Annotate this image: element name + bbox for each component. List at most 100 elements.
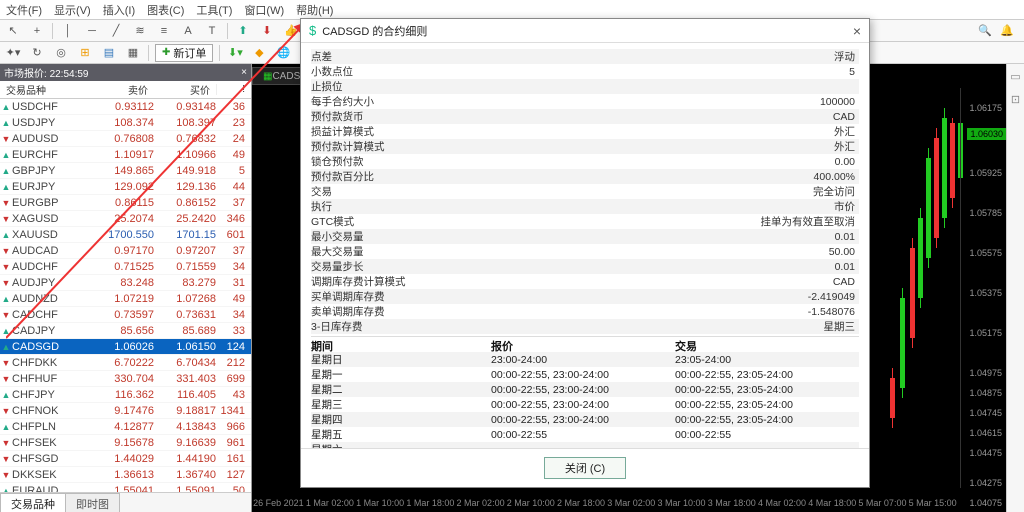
- min-icon[interactable]: ▭: [1010, 70, 1020, 83]
- market-watch-row[interactable]: ▲USDJPY108.374108.39723: [0, 115, 251, 131]
- market-watch-row[interactable]: ▼CHFHUF330.704331.403699: [0, 371, 251, 387]
- spec-row[interactable]: 调期库存费计算模式CAD: [311, 274, 859, 289]
- col-bid[interactable]: 卖价: [92, 82, 154, 97]
- spec-row[interactable]: 预付款货币CAD: [311, 109, 859, 124]
- col-extra[interactable]: !: [216, 84, 251, 95]
- menu-window[interactable]: 窗口(W): [244, 2, 284, 18]
- tab-tick[interactable]: 即时图: [65, 493, 120, 512]
- spec-row[interactable]: 卖单调期库存费-1.548076: [311, 304, 859, 319]
- refresh-icon[interactable]: ↻: [28, 44, 46, 62]
- spec-row[interactable]: 执行市价: [311, 199, 859, 214]
- globe-icon[interactable]: 🌐: [274, 44, 292, 62]
- arrow-down-icon[interactable]: ⬇: [258, 22, 276, 40]
- close-icon[interactable]: ×: [241, 67, 247, 78]
- spec-row[interactable]: 点差浮动: [311, 49, 859, 64]
- bid-cell: 1.06026: [92, 341, 154, 353]
- trade-row[interactable]: 星期五00:00-22:5500:00-22:55: [311, 427, 859, 442]
- market-watch-row[interactable]: ▲CHFJPY116.362116.40543: [0, 387, 251, 403]
- spec-row[interactable]: 交易量步长0.01: [311, 259, 859, 274]
- cursor-icon[interactable]: ↖: [4, 22, 22, 40]
- market-watch-row[interactable]: ▲XAUUSD1700.5501701.15601: [0, 227, 251, 243]
- market-watch-row[interactable]: ▼DKKSEK1.366131.36740127: [0, 467, 251, 483]
- spec-row[interactable]: 每手合约大小100000: [311, 94, 859, 109]
- spec-row[interactable]: 最大交易量50.00: [311, 244, 859, 259]
- close-icon[interactable]: ×: [853, 23, 861, 39]
- market-watch-row[interactable]: ▼AUDCHF0.715250.7155934: [0, 259, 251, 275]
- spec-row[interactable]: 买单调期库存费-2.419049: [311, 289, 859, 304]
- trade-row[interactable]: 星期一00:00-22:55, 23:00-24:0000:00-22:55, …: [311, 367, 859, 382]
- trade-row[interactable]: 星期日23:00-24:0023:05-24:00: [311, 352, 859, 367]
- new-order-button[interactable]: ✚ 新订单: [155, 44, 213, 62]
- spec-row[interactable]: 小数点位5: [311, 64, 859, 79]
- menu-file[interactable]: 文件(F): [6, 2, 42, 18]
- crosshair-icon[interactable]: +: [28, 22, 46, 40]
- trade-row[interactable]: 星期四00:00-22:55, 23:00-24:0000:00-22:55, …: [311, 412, 859, 427]
- market-watch-row[interactable]: ▲CADSGD1.060261.06150124: [0, 339, 251, 355]
- spec-row[interactable]: 预付款百分比400.00%: [311, 169, 859, 184]
- spec-row[interactable]: 交易完全访问: [311, 184, 859, 199]
- thumbs-up-icon[interactable]: 👍: [282, 22, 300, 40]
- mql-icon[interactable]: ◆: [250, 44, 268, 62]
- col-symbol[interactable]: 交易品种: [0, 82, 92, 97]
- market-watch-row[interactable]: ▼CHFDKK6.702226.70434212: [0, 355, 251, 371]
- market-watch-row[interactable]: ▲GBPJPY149.865149.9185: [0, 163, 251, 179]
- market-watch-row[interactable]: ▼EURGBP0.861150.8615237: [0, 195, 251, 211]
- search-icon[interactable]: 🔍: [976, 22, 994, 40]
- market-watch-row[interactable]: ▲EURJPY129.092129.13644: [0, 179, 251, 195]
- market-watch-row[interactable]: ▼CHFSGD1.440291.44190161: [0, 451, 251, 467]
- props-icon[interactable]: ▦: [124, 44, 142, 62]
- spec-row[interactable]: 3-日库存费星期三: [311, 319, 859, 334]
- tree-icon[interactable]: ⊞: [76, 44, 94, 62]
- direction-icon: ▲: [0, 294, 12, 304]
- label-icon[interactable]: T: [203, 22, 221, 40]
- market-watch-row[interactable]: ▼AUDJPY83.24883.27931: [0, 275, 251, 291]
- target-icon[interactable]: ◎: [52, 44, 70, 62]
- market-watch-row[interactable]: ▼CHFSEK9.156789.16639961: [0, 435, 251, 451]
- fibo-icon[interactable]: ≡: [155, 22, 173, 40]
- vline-icon[interactable]: │: [59, 22, 77, 40]
- channel-icon[interactable]: ≋: [131, 22, 149, 40]
- market-watch-row[interactable]: ▼AUDCAD0.971700.9720737: [0, 243, 251, 259]
- download-icon[interactable]: ⬇▾: [226, 44, 244, 62]
- candle: [950, 123, 955, 198]
- tab-symbols[interactable]: 交易品种: [0, 493, 66, 512]
- menu-chart[interactable]: 图表(C): [147, 2, 184, 18]
- trade-row[interactable]: 星期三00:00-22:55, 23:00-24:0000:00-22:55, …: [311, 397, 859, 412]
- restore-icon[interactable]: ⊡: [1011, 93, 1020, 106]
- spec-row[interactable]: 预付款计算模式外汇: [311, 139, 859, 154]
- text-icon[interactable]: A: [179, 22, 197, 40]
- market-watch-row[interactable]: ▼XAGUSD25.207425.2420346: [0, 211, 251, 227]
- alert-icon[interactable]: 🔔: [998, 22, 1016, 40]
- spec-row[interactable]: 止损位: [311, 79, 859, 94]
- menu-help[interactable]: 帮助(H): [296, 2, 333, 18]
- spec-row[interactable]: 最小交易量0.01: [311, 229, 859, 244]
- market-watch-row[interactable]: ▲AUDNZD1.072191.0726849: [0, 291, 251, 307]
- sun-icon[interactable]: ✦▾: [4, 44, 22, 62]
- market-watch-row[interactable]: ▲CADJPY85.65685.68933: [0, 323, 251, 339]
- spec-val: 外汇: [834, 124, 859, 139]
- bid-cell: 116.362: [92, 389, 154, 401]
- col-ask[interactable]: 买价: [154, 82, 216, 97]
- dialog-titlebar[interactable]: $ CADSGD 的合约细则 ×: [301, 19, 869, 43]
- market-watch-row[interactable]: ▼AUDUSD0.768080.7683224: [0, 131, 251, 147]
- market-watch-row[interactable]: ▲USDCHF0.931120.9314836: [0, 99, 251, 115]
- hline-icon[interactable]: ─: [83, 22, 101, 40]
- menu-insert[interactable]: 插入(I): [103, 2, 135, 18]
- menu-view[interactable]: 显示(V): [54, 2, 91, 18]
- arrow-up-icon[interactable]: ⬆: [234, 22, 252, 40]
- book-icon[interactable]: ▤: [100, 44, 118, 62]
- market-watch-row[interactable]: ▲EURCHF1.109171.1096649: [0, 147, 251, 163]
- spec-row[interactable]: 损益计算模式外汇: [311, 124, 859, 139]
- market-watch-row[interactable]: ▲EURAUD1.550411.5509150: [0, 483, 251, 492]
- close-button[interactable]: 关闭 (C): [544, 457, 626, 479]
- market-watch-row[interactable]: ▼CADCHF0.735970.7363134: [0, 307, 251, 323]
- candle: [934, 138, 939, 238]
- market-watch-row[interactable]: ▼CHFNOK9.174769.188171341: [0, 403, 251, 419]
- trade-row[interactable]: 星期二00:00-22:55, 23:00-24:0000:00-22:55, …: [311, 382, 859, 397]
- spec-row[interactable]: 锁仓预付款0.00: [311, 154, 859, 169]
- spec-row[interactable]: GTC模式挂单为有效直至取消: [311, 214, 859, 229]
- market-watch-row[interactable]: ▲CHFPLN4.128774.13843966: [0, 419, 251, 435]
- extra-cell: 33: [216, 325, 251, 337]
- trendline-icon[interactable]: ╱: [107, 22, 125, 40]
- menu-tools[interactable]: 工具(T): [196, 2, 232, 18]
